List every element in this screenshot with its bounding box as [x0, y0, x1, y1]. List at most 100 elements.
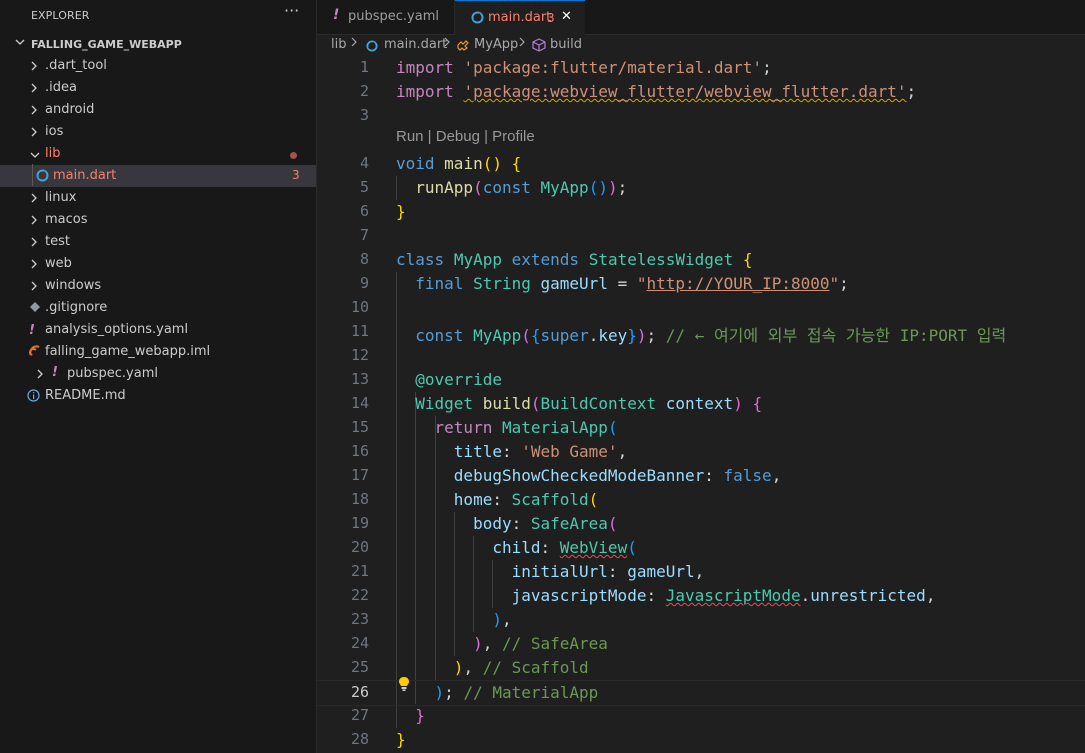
code-line[interactable]: 4 void main() {	[317, 152, 1085, 176]
tree-item[interactable]: .dart_tool	[0, 55, 316, 77]
tab-pubspec-yaml[interactable]: ! pubspec.yaml	[317, 0, 455, 34]
tree-item-label: windows	[45, 278, 102, 293]
code-line[interactable]: 16 title: 'Web Game',	[317, 440, 1085, 464]
code-line[interactable]: 7	[317, 224, 1085, 248]
tree-item[interactable]: ! pubspec.yaml	[0, 363, 316, 385]
code-line[interactable]: 1 import 'package:flutter/material.dart';	[317, 56, 1085, 80]
lightbulb-icon[interactable]	[397, 676, 411, 696]
code-line[interactable]: 13 @override	[317, 368, 1085, 392]
workspace-root[interactable]: FALLING_GAME_WEBAPP	[0, 35, 316, 53]
code-line[interactable]: 6}	[317, 200, 1085, 224]
code-line[interactable]: 22 javascriptMode: JavascriptMode.unrest…	[317, 584, 1085, 608]
code-line[interactable]: 19 body: SafeArea(	[317, 512, 1085, 536]
code-text: home: Scaffold(	[396, 490, 599, 509]
tree-item-label: web	[45, 256, 72, 271]
code-token: :	[501, 442, 522, 461]
code-token: :	[607, 562, 628, 581]
code-line[interactable]: 28}	[317, 728, 1085, 752]
code-line[interactable]: 26 ); // MaterialApp	[317, 680, 1085, 706]
code-line[interactable]: 14 Widget build(BuildContext context) {	[317, 392, 1085, 416]
tree-item[interactable]: linux	[0, 187, 316, 209]
code-token: title	[453, 442, 502, 461]
tree-item[interactable]: windows	[0, 275, 316, 297]
code-text: import 'package:flutter/material.dart';	[396, 58, 772, 77]
code-line[interactable]: 5 runApp(const MyApp());	[317, 176, 1085, 200]
code-line[interactable]: 25 ), // Scaffold	[317, 656, 1085, 680]
code-line[interactable]: 11 const MyApp({super.key}); // ← 여기에 외부…	[317, 320, 1085, 345]
code-line[interactable]: 20 child: WebView(	[317, 536, 1085, 560]
code-token: .	[800, 586, 811, 605]
code-token: 'Web Game'	[521, 442, 618, 461]
code-line[interactable]: 24 ), // SafeArea	[317, 632, 1085, 656]
tree-item[interactable]: macos	[0, 209, 316, 231]
code-token: )	[492, 610, 502, 629]
code-line[interactable]: 23 ),	[317, 608, 1085, 632]
breadcrumb-file[interactable]: main.dart	[384, 37, 447, 52]
codelens-run-debug-profile[interactable]: Run | Debug | Profile	[396, 128, 535, 145]
tree-item[interactable]: web	[0, 253, 316, 275]
tree-item[interactable]: android	[0, 99, 316, 121]
close-icon[interactable]: ✕	[561, 9, 572, 24]
tree-item[interactable]: lib	[0, 143, 316, 165]
tree-item[interactable]: ios	[0, 121, 316, 143]
code-token: gameUrl	[540, 274, 608, 293]
class-icon	[456, 38, 470, 56]
tree-item-label: macos	[45, 212, 88, 227]
code-text: body: SafeArea(	[396, 514, 618, 533]
code-token: // Scaffold	[482, 658, 589, 677]
code-token: debugShowCheckedModeBanner	[453, 466, 705, 485]
code-token: )	[473, 634, 483, 653]
code-token: (	[607, 514, 618, 533]
code-text: @override	[396, 370, 502, 389]
tree-item[interactable]: .idea	[0, 77, 316, 99]
code-line[interactable]: 17 debugShowCheckedModeBanner: false,	[317, 464, 1085, 488]
code-text: void main() {	[396, 154, 521, 173]
breadcrumb-method[interactable]: build	[550, 37, 582, 52]
code-token: runApp	[415, 178, 474, 197]
code-line[interactable]: 2 import 'package:webview_flutter/webview…	[317, 80, 1085, 104]
line-number: 15	[350, 418, 369, 436]
code-text: }	[396, 706, 425, 725]
breadcrumb-class[interactable]: MyApp	[474, 37, 518, 52]
code-token: {	[530, 326, 541, 345]
tree-item[interactable]: ! analysis_options.yaml	[0, 319, 316, 341]
breadcrumb-folder[interactable]: lib	[331, 37, 346, 52]
line-number: 7	[359, 226, 369, 244]
chevron-right-icon	[518, 36, 526, 52]
code-editor[interactable]: 1 import 'package:flutter/material.dart';…	[317, 56, 1085, 753]
code-text: }	[396, 202, 406, 221]
code-line[interactable]: 21 initialUrl: gameUrl,	[317, 560, 1085, 584]
tree-item[interactable]: .gitignore	[0, 297, 316, 319]
line-number: 16	[350, 442, 369, 460]
code-line[interactable]: 9 final String gameUrl = "http://YOUR_IP…	[317, 272, 1085, 296]
code-token: :	[492, 490, 512, 509]
code-line[interactable]: 8 class MyApp extends StatelessWidget {	[317, 248, 1085, 272]
code-token: ,	[501, 610, 512, 629]
code-token: // MaterialApp	[463, 683, 599, 702]
tree-item[interactable]: main.dart 3	[0, 165, 316, 187]
code-text: javascriptMode: JavascriptMode.unrestric…	[396, 586, 936, 605]
tree-item[interactable]: test	[0, 231, 316, 253]
code-line[interactable]: 15 return MaterialApp(	[317, 416, 1085, 440]
code-line[interactable]: 27 }	[317, 704, 1085, 728]
code-line[interactable]: 10	[317, 296, 1085, 320]
code-token: {	[742, 250, 753, 269]
more-actions-icon[interactable]: ···	[284, 3, 299, 19]
chevron-right-icon	[350, 36, 358, 52]
code-line[interactable]: 12	[317, 344, 1085, 368]
tab-main-dart[interactable]: main.dart 3 ✕	[455, 0, 585, 35]
code-token: ;	[762, 58, 772, 77]
code-token: }	[396, 730, 406, 749]
code-line[interactable]: 18 home: Scaffold(	[317, 488, 1085, 512]
tree-item-label: ios	[45, 124, 64, 139]
code-line[interactable]: 3	[317, 104, 1085, 128]
tree-item[interactable]: README.md	[0, 385, 316, 407]
tree-item[interactable]: falling_game_webapp.iml	[0, 341, 316, 363]
line-number: 21	[350, 562, 369, 580]
tree-item-label: pubspec.yaml	[67, 366, 158, 381]
